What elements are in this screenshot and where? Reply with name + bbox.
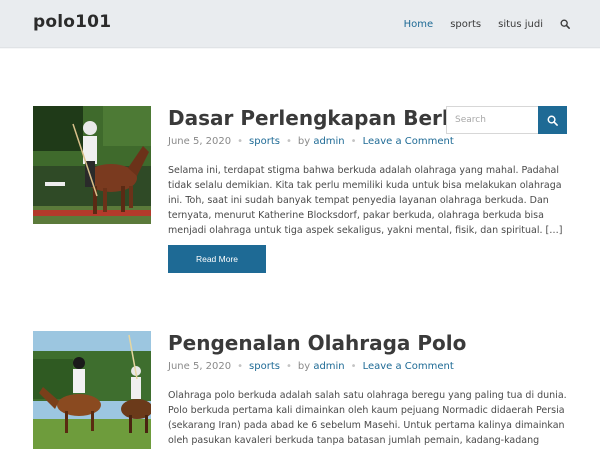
post-by-label: by (297, 361, 311, 372)
site-title[interactable]: polo101 (33, 12, 111, 32)
search-input[interactable] (446, 106, 538, 134)
nav-item-sports[interactable]: sports (450, 19, 481, 30)
meta-separator: • (350, 361, 357, 372)
nav-item-home[interactable]: Home (404, 19, 434, 30)
post-date: June 5, 2020 (168, 136, 232, 147)
post-date: June 5, 2020 (168, 361, 232, 372)
meta-separator: • (350, 136, 357, 147)
meta-separator: • (285, 136, 292, 147)
post-category[interactable]: sports (249, 361, 280, 372)
sidebar-search-form (446, 106, 567, 134)
post-thumbnail[interactable] (33, 331, 151, 449)
read-more-button[interactable]: Read More (168, 245, 266, 273)
post-author[interactable]: admin (313, 136, 344, 147)
search-icon[interactable] (560, 19, 570, 29)
post-comments-link[interactable]: Leave a Comment (363, 136, 454, 147)
meta-separator: • (237, 136, 244, 147)
post-card: Pengenalan Olahraga Polo June 5, 2020 • sp… (33, 331, 573, 450)
search-icon (547, 115, 558, 126)
post-category[interactable]: sports (249, 136, 280, 147)
post-by-label: by (297, 136, 311, 147)
post-meta: June 5, 2020 • sports • by admin • Leave a Com… (168, 361, 454, 372)
site-header: polo101 Home sports situs judi (0, 0, 600, 48)
meta-separator: • (237, 361, 244, 372)
post-excerpt: Selama ini, terdapat stigma bahwa berkud… (168, 165, 563, 236)
post-thumbnail[interactable] (33, 106, 151, 224)
post-title[interactable]: Pengenalan Olahraga Polo (168, 331, 588, 355)
nav-item-situs-judi[interactable]: situs judi (498, 19, 543, 30)
post-excerpt: Olahraga polo berkuda adalah salah satu … (168, 390, 567, 446)
polo-match-image (33, 331, 151, 449)
post-comments-link[interactable]: Leave a Comment (363, 361, 454, 372)
post-meta: June 5, 2020 • sports • by admin • Leave a Com… (168, 136, 454, 147)
post-title[interactable]: Dasar Perlengkapan Berkuda (168, 106, 458, 130)
meta-separator: • (285, 361, 292, 372)
search-button[interactable] (538, 106, 567, 134)
main-nav: Home sports situs judi (404, 0, 600, 48)
post-author[interactable]: admin (313, 361, 344, 372)
polo-rider-image (33, 106, 151, 224)
